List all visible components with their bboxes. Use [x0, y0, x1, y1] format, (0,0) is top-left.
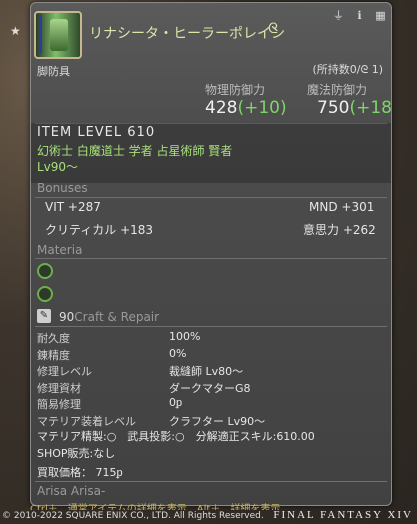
job-list: 幻術士 白魔道士 学者 占星術師 賢者	[37, 144, 233, 158]
craft-row-label: 耐久度	[37, 332, 70, 345]
craft-row-label: 修理資材	[37, 381, 81, 395]
required-level: Lv90～	[37, 160, 79, 174]
copyright-bar: © 2010-2022 SQUARE ENIX CO., LTD. All Ri…	[0, 508, 417, 524]
shop-sale: SHOP販売:なし	[37, 447, 116, 460]
game-logo: FINAL FANTASY XIV	[273, 509, 413, 521]
owned-count: (所持数0/ᘓ 1)	[312, 63, 383, 76]
craft-row-value: 0%	[169, 346, 187, 360]
item-slot: 脚防具	[37, 65, 70, 78]
craft-row-label: 錬精度	[37, 348, 70, 362]
hq-icon: ᘓ	[268, 21, 278, 37]
phys-def-value: 428(+10)	[205, 98, 287, 118]
craft-row-label: 簡易修理	[37, 398, 81, 411]
item-level: ITEM LEVEL 610	[37, 125, 156, 140]
materia-slot-icon	[37, 286, 53, 302]
craft-row-value: クラフター Lv90～	[169, 414, 266, 428]
item-icon	[34, 11, 82, 59]
sell-price: 買取価格： 715ᵱ	[37, 466, 123, 479]
mag-def-label: 魔法防御力	[307, 83, 368, 97]
gear-icon[interactable]: ▦	[374, 9, 387, 22]
bonuses-title: Bonuses	[37, 181, 88, 195]
star-icon: ★	[10, 24, 21, 38]
section-divider	[35, 258, 387, 259]
info-icon[interactable]: ℹ	[353, 9, 366, 22]
materia-slot-icon	[37, 263, 53, 279]
phys-def-label: 物理防御力	[205, 83, 266, 97]
tooltip-icons: ⏚ ℹ ▦	[329, 4, 387, 23]
bonus-vit: VIT +287	[45, 200, 101, 214]
craft-icon: ✎	[37, 309, 51, 323]
materia-title: Materia	[37, 243, 83, 257]
craft-row-label: 修理レベル	[37, 365, 92, 378]
item-tooltip: リナシータ・ヒーラーポレイン ᘓ ⏚ ℹ ▦ 脚防具 (所持数0/ᘓ 1) 物理…	[30, 2, 392, 506]
item-name: リナシータ・ヒーラーポレイン	[89, 26, 285, 42]
section-divider	[35, 197, 387, 198]
bonus-det: 意思力 +262	[303, 223, 376, 237]
craft-row-value: ダークマターG8	[169, 381, 251, 395]
bonus-mnd: MND +301	[309, 200, 375, 214]
section-divider	[35, 481, 387, 482]
section-divider	[35, 326, 387, 327]
crafter-signature: Arisa Arisa-	[37, 484, 106, 498]
mag-def-value: 750(+18)	[317, 98, 392, 118]
craft-title: 90Craft & Repair	[59, 310, 160, 324]
bonus-crit: クリティカル +183	[45, 223, 154, 237]
pin-icon[interactable]: ⏚	[332, 9, 345, 22]
craft-row-value: 0ᵱ	[169, 396, 183, 409]
copyright-text: © 2010-2022 SQUARE ENIX CO., LTD. All Ri…	[2, 511, 264, 521]
craft-row-value: 100%	[169, 330, 201, 343]
craft-row-label: マテリア装着レベル	[37, 414, 136, 428]
craft-row-value: 裁縫師 Lv80～	[169, 365, 244, 378]
craft-flags: マテリア精製:○ 武具投影:○ 分解適正スキル:610.00	[37, 430, 315, 443]
